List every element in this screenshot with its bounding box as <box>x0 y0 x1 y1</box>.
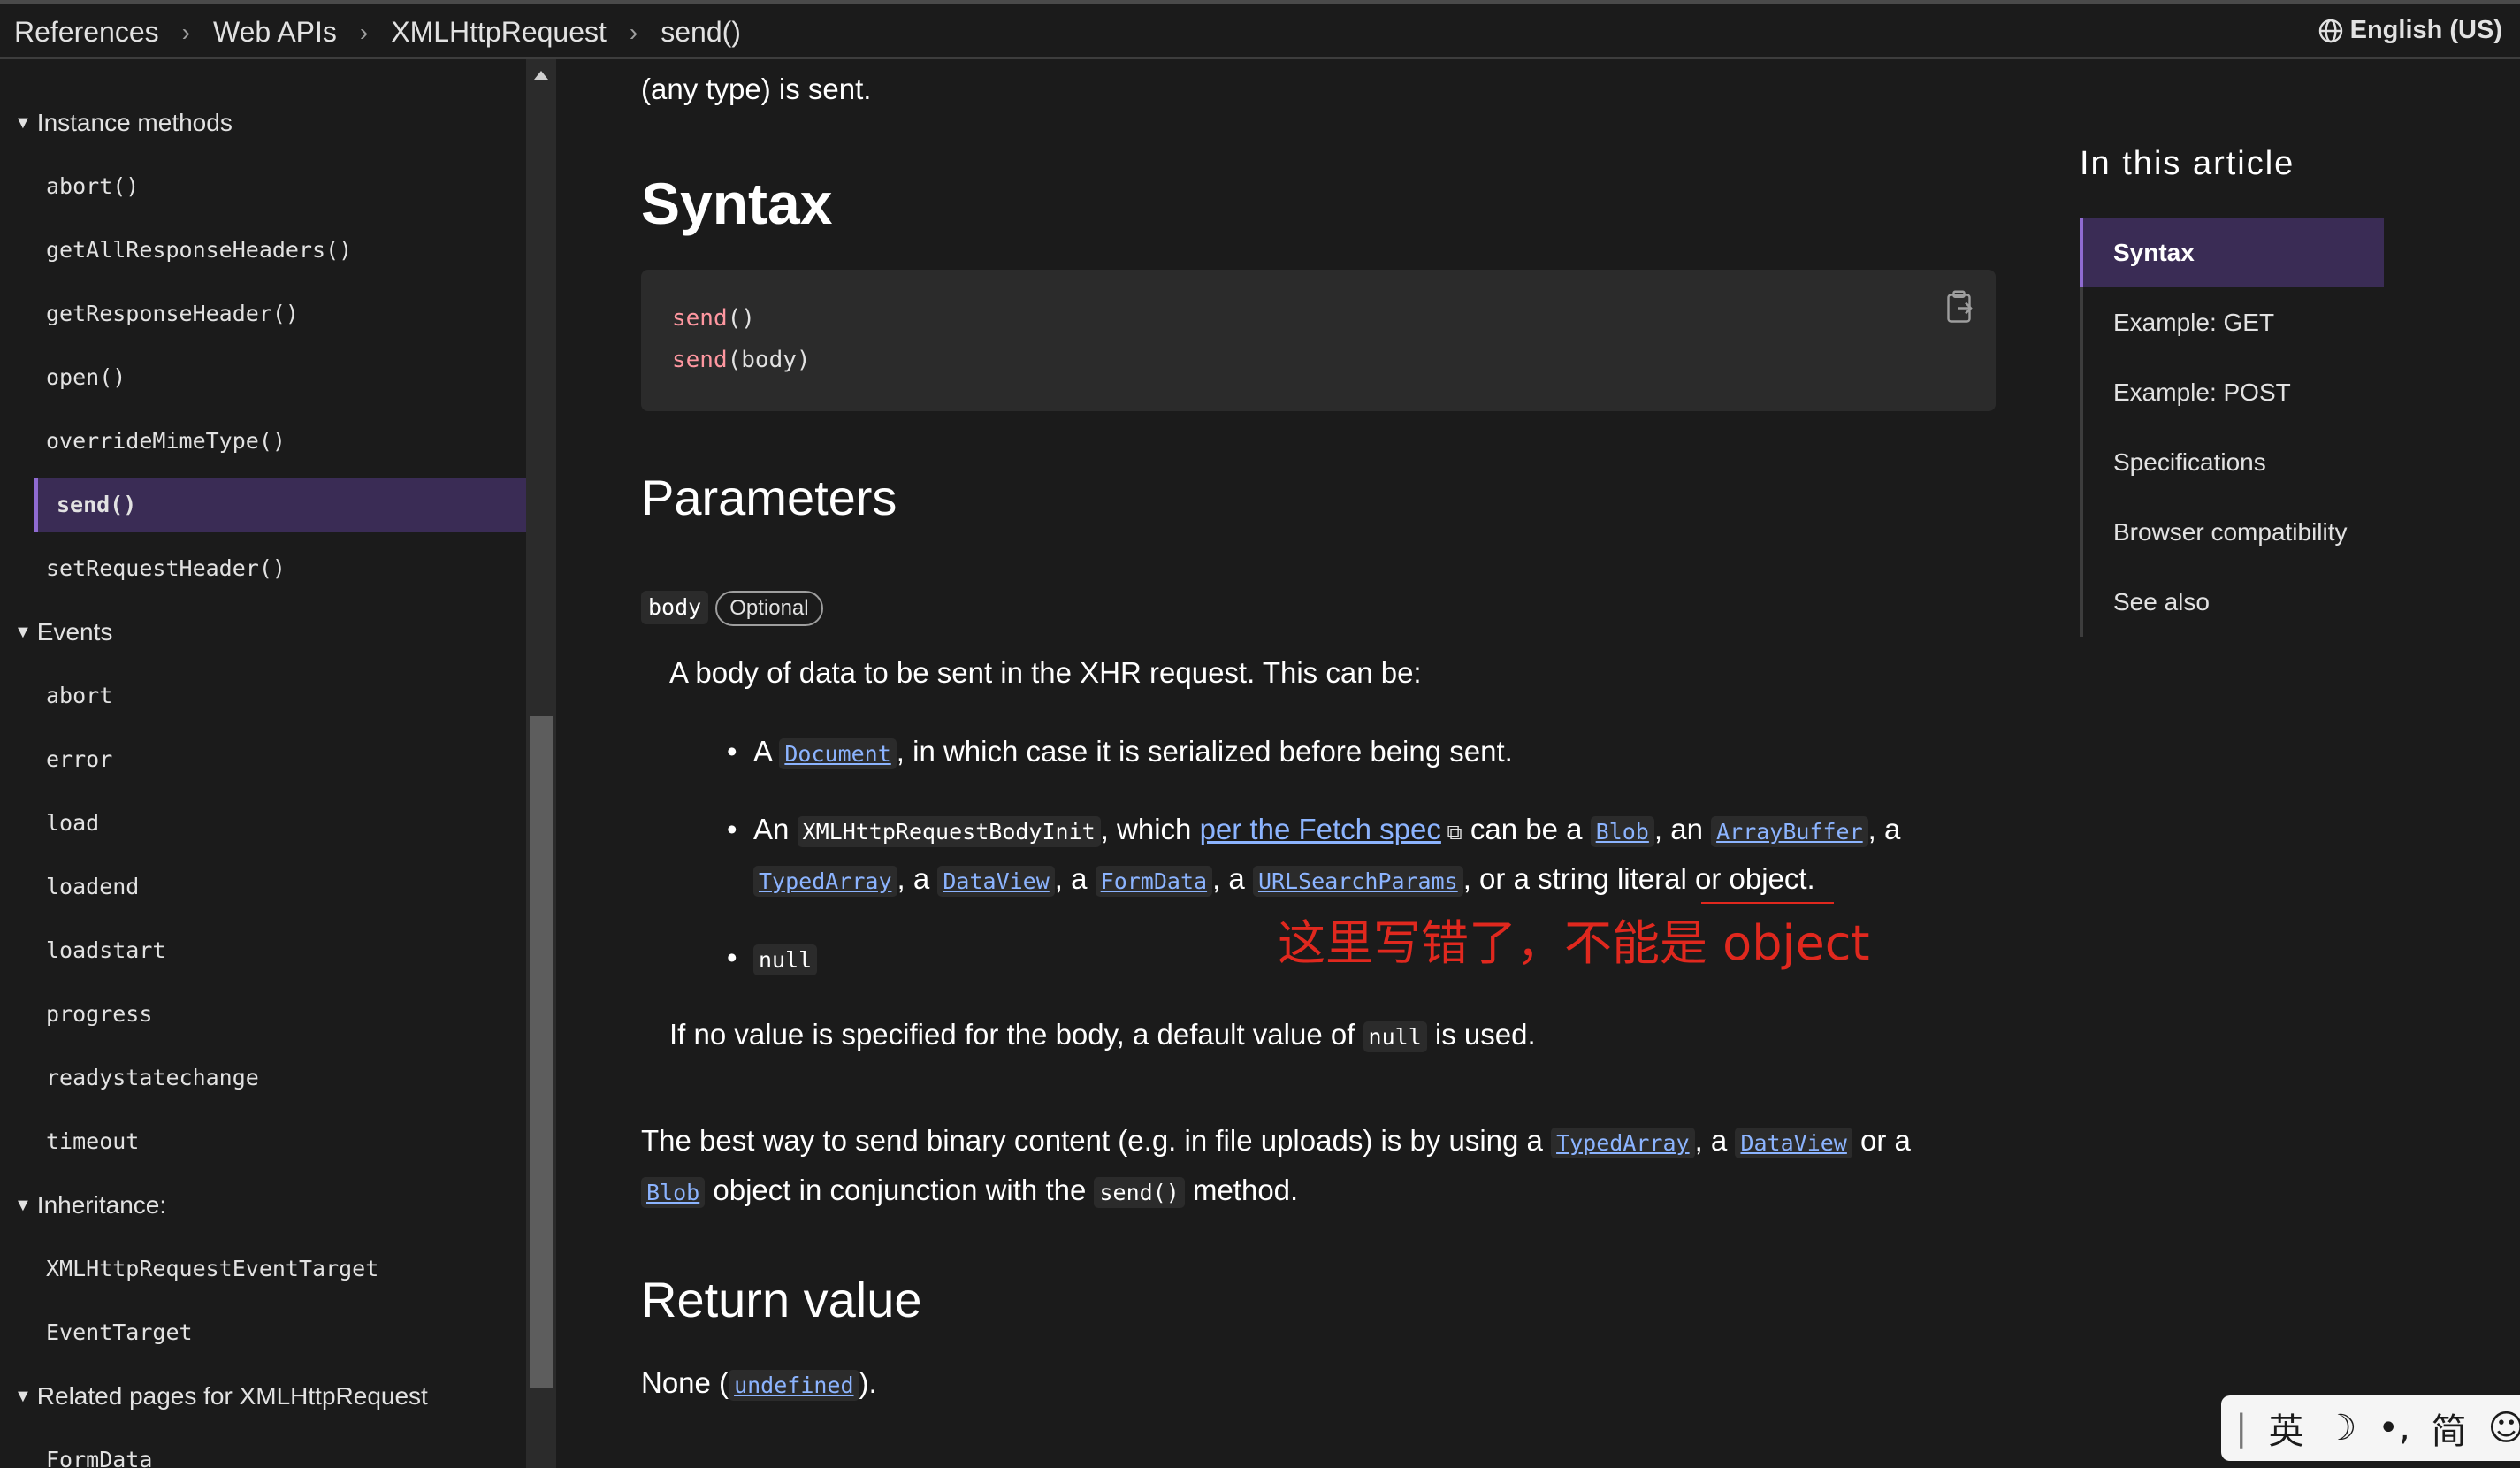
link-dataview-2[interactable]: DataView <box>1735 1128 1852 1158</box>
link-typedarray[interactable]: TypedArray <box>753 866 897 897</box>
bullet-document: A Document, in which case it is serializ… <box>727 727 1513 779</box>
toc-title: In this article <box>2080 145 2295 182</box>
copy-clipboard-icon[interactable] <box>1944 289 1976 329</box>
breadcrumb-references[interactable]: References <box>14 16 159 49</box>
breadcrumb-web-apis[interactable]: Web APIs <box>213 16 337 49</box>
sidebar-item-event-progress[interactable]: progress <box>0 982 526 1046</box>
script-toggle[interactable]: 简 <box>2432 1403 2467 1454</box>
sidebar-item-eventtarget[interactable]: EventTarget <box>0 1301 526 1365</box>
ime-mode-toggle[interactable]: 英 <box>2268 1403 2303 1454</box>
sidebar-item-event-timeout[interactable]: timeout <box>0 1110 526 1174</box>
sidebar: ▼ Instance methods abort() getAllResponse… <box>0 59 526 1468</box>
code-send: send() <box>1094 1177 1185 1208</box>
sidebar-group-events[interactable]: ▼ Events <box>0 600 526 664</box>
binary-paragraph-line1: The best way to send binary content (e.g… <box>641 1124 1911 1158</box>
link-blob-2[interactable]: Blob <box>641 1177 706 1208</box>
sidebar-item-getresponseheader[interactable]: getResponseHeader() <box>0 282 526 346</box>
toc-item-see-also[interactable]: See also <box>2083 567 2384 637</box>
bullet-null: null <box>727 933 818 985</box>
binary-paragraph-line2: Blob object in conjunction with the send… <box>641 1166 1298 1218</box>
code-line-2: send(body) <box>672 347 811 373</box>
link-typedarray-2[interactable]: TypedArray <box>1551 1128 1695 1158</box>
toc-item-example-post[interactable]: Example: POST <box>2083 357 2384 427</box>
code-null-default: null <box>1363 1021 1427 1052</box>
globe-icon <box>2318 19 2342 42</box>
intro-text: (any type) is sent. <box>641 73 872 105</box>
table-of-contents: Syntax Example: GET Example: POST Specif… <box>2080 218 2384 637</box>
breadcrumb-xmlhttprequest[interactable]: XMLHttpRequest <box>391 16 607 49</box>
chevron-right-icon: › <box>629 18 638 46</box>
ime-handle-icon[interactable]: | <box>2235 1408 2247 1449</box>
toc-item-specifications[interactable]: Specifications <box>2083 427 2384 497</box>
code-line-1: send() <box>672 305 755 332</box>
optional-badge: Optional <box>715 591 823 626</box>
link-fetch-spec[interactable]: per the Fetch spec <box>1200 813 1441 845</box>
sidebar-item-abort[interactable]: abort() <box>0 155 526 218</box>
sidebar-item-event-load[interactable]: load <box>0 791 526 855</box>
link-dataview[interactable]: DataView <box>937 866 1055 897</box>
scroll-up-arrow-icon[interactable] <box>534 71 548 80</box>
sidebar-item-formdata[interactable]: FormData <box>0 1428 526 1468</box>
sidebar-scrollbar-thumb[interactable] <box>530 716 553 1388</box>
return-value-heading: Return value <box>641 1272 922 1327</box>
param-description: A body of data to be sent in the XHR req… <box>669 656 1422 689</box>
toc-item-example-get[interactable]: Example: GET <box>2083 287 2384 357</box>
code-xmlhttprequestbodyinit: XMLHttpRequestBodyInit <box>797 816 1101 847</box>
bullet-body-init-line2: TypedArray, a DataView, a FormData, a UR… <box>753 854 1815 906</box>
chevron-right-icon: › <box>181 18 190 46</box>
sidebar-item-event-readystatechange[interactable]: readystatechange <box>0 1046 526 1110</box>
triangle-down-icon: ▼ <box>14 112 32 133</box>
bullet-body-init: An XMLHttpRequestBodyInit, which per the… <box>727 805 1900 858</box>
triangle-down-icon: ▼ <box>14 1386 32 1406</box>
sidebar-item-overridemimetype[interactable]: overrideMimeType() <box>0 409 526 473</box>
punctuation-toggle[interactable]: •, <box>2378 1408 2409 1449</box>
link-urlsearchparams[interactable]: URLSearchParams <box>1252 866 1463 897</box>
triangle-down-icon: ▼ <box>14 1195 32 1215</box>
sidebar-group-instance-methods[interactable]: ▼ Instance methods <box>0 91 526 155</box>
link-blob[interactable]: Blob <box>1590 816 1654 847</box>
chevron-right-icon: › <box>359 18 369 46</box>
link-undefined[interactable]: undefined <box>729 1370 859 1401</box>
link-arraybuffer[interactable]: ArrayBuffer <box>1711 816 1868 847</box>
param-name: body <box>641 591 709 624</box>
sidebar-group-inheritance[interactable]: ▼ Inheritance: <box>0 1174 526 1237</box>
breadcrumb: References › Web APIs › XMLHttpRequest ›… <box>14 16 741 49</box>
language-label: English (US) <box>2349 16 2502 44</box>
syntax-heading: Syntax <box>641 171 833 236</box>
toc-item-syntax[interactable]: Syntax <box>2080 218 2384 287</box>
toc-item-browser-compatibility[interactable]: Browser compatibility <box>2083 497 2384 567</box>
link-formdata[interactable]: FormData <box>1095 866 1213 897</box>
sidebar-item-event-abort[interactable]: abort <box>0 664 526 728</box>
ime-toolbar: | 英 ☽ •, 简 ☺ <box>2221 1395 2520 1461</box>
sidebar-item-open[interactable]: open() <box>0 346 526 409</box>
syntax-code-block: send() send(body) <box>641 270 1996 411</box>
language-switcher[interactable]: English (US) <box>2317 16 2502 45</box>
annotation-note: 这里写错了，不能是 object <box>1278 915 1870 971</box>
breadcrumb-send[interactable]: send() <box>661 16 741 49</box>
top-bar: References › Web APIs › XMLHttpRequest ›… <box>0 0 2520 59</box>
default-note: If no value is specified for the body, a… <box>669 1018 1536 1052</box>
sidebar-item-setrequestheader[interactable]: setRequestHeader() <box>0 537 526 600</box>
sidebar-item-event-loadstart[interactable]: loadstart <box>0 919 526 982</box>
link-document[interactable]: Document <box>779 738 897 769</box>
param-term: body Optional <box>641 591 823 626</box>
sidebar-item-send[interactable]: send() <box>34 478 526 532</box>
return-value-text: None (undefined). <box>641 1366 877 1401</box>
external-link-icon: ⧉ <box>1440 821 1462 845</box>
code-null: null <box>753 944 818 975</box>
sidebar-item-event-loadend[interactable]: loadend <box>0 855 526 919</box>
sidebar-item-event-error[interactable]: error <box>0 728 526 791</box>
parameters-heading: Parameters <box>641 470 897 525</box>
sidebar-group-related-pages[interactable]: ▼ Related pages for XMLHttpRequest <box>0 1365 526 1428</box>
sidebar-item-xmlhttprequesteventtarget[interactable]: XMLHttpRequestEventTarget <box>0 1237 526 1301</box>
triangle-down-icon: ▼ <box>14 622 32 642</box>
sidebar-item-getallresponseheaders[interactable]: getAllResponseHeaders() <box>0 218 526 282</box>
moon-icon[interactable]: ☽ <box>2325 1408 2356 1449</box>
emoji-icon[interactable]: ☺ <box>2488 1408 2520 1449</box>
